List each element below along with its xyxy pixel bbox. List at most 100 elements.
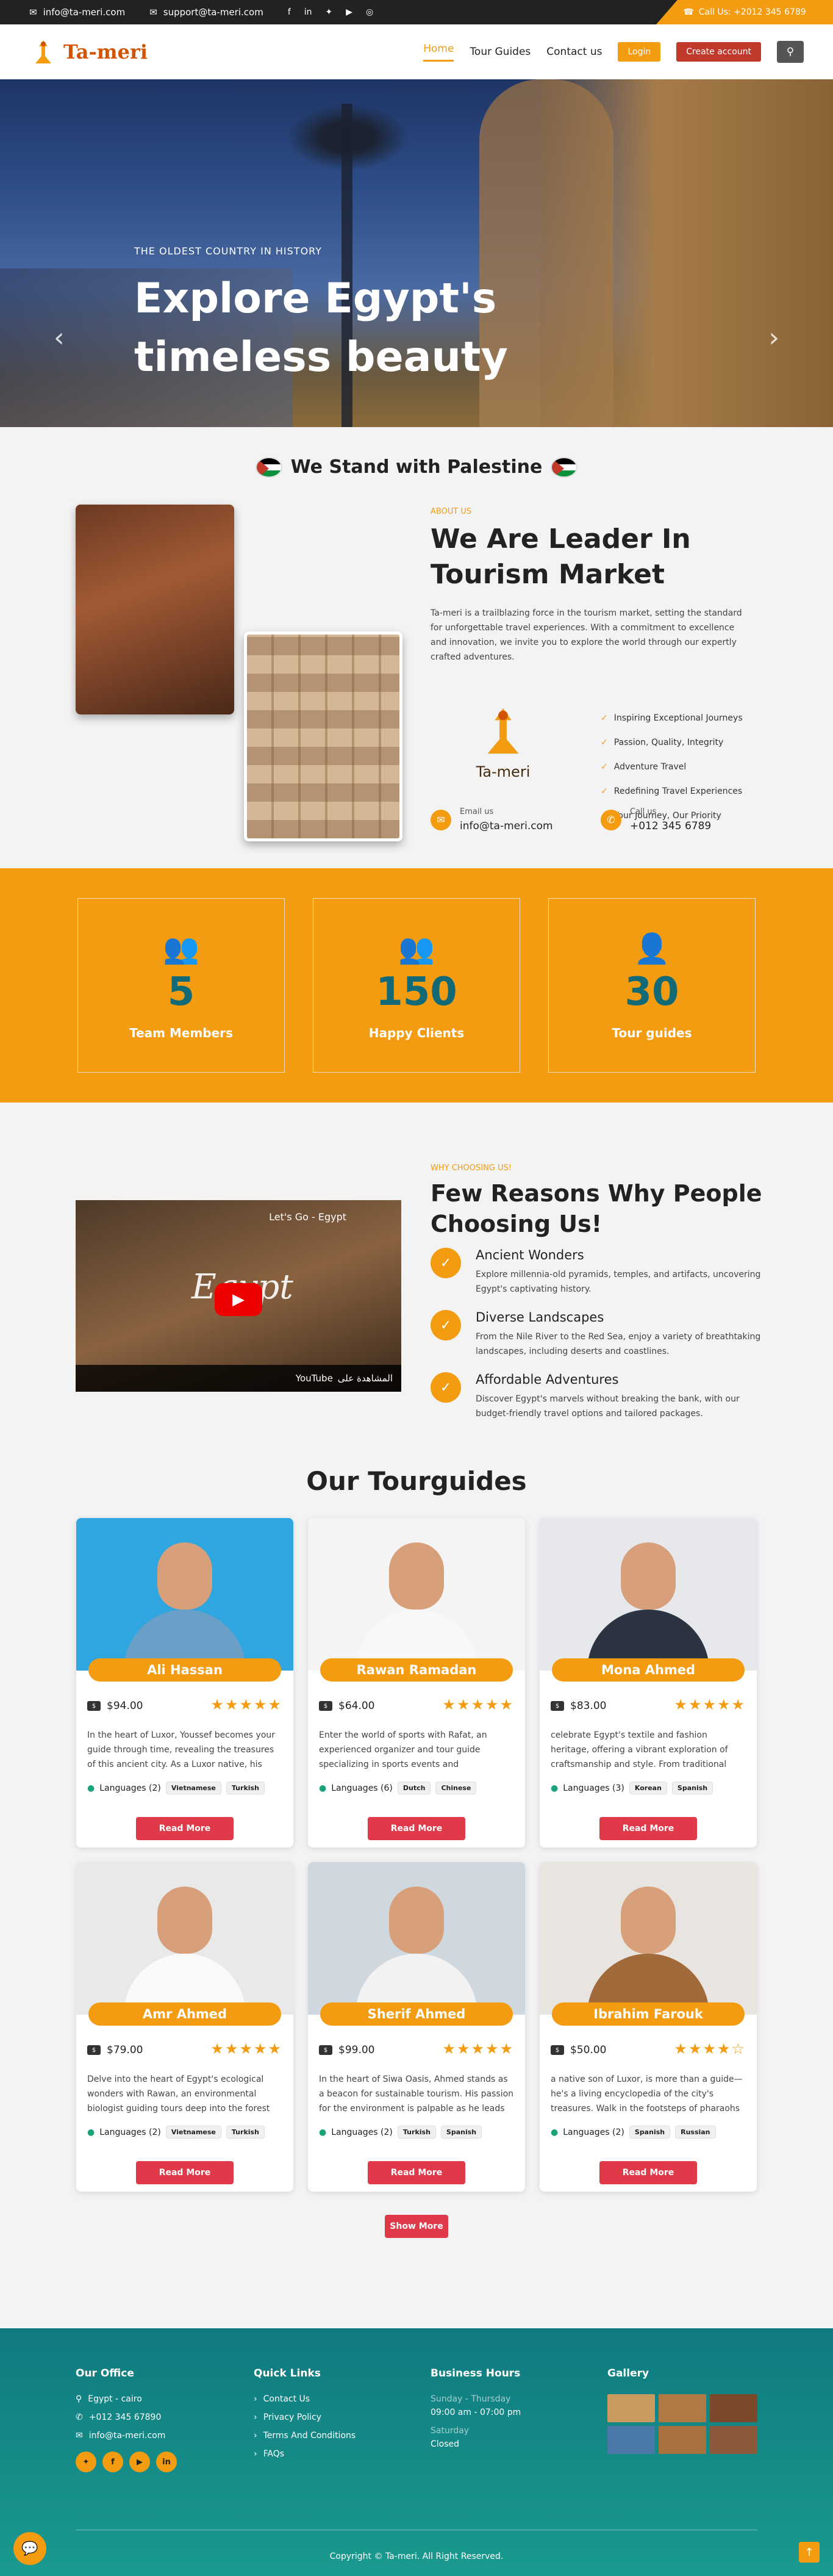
create-account-button[interactable]: Create account bbox=[676, 42, 761, 62]
globe-icon: ● bbox=[319, 2127, 327, 2137]
gallery-image[interactable] bbox=[607, 2426, 655, 2454]
linkedin-icon[interactable]: in bbox=[304, 7, 312, 17]
play-button[interactable]: ▶ bbox=[215, 1283, 262, 1316]
twitter-icon[interactable]: ✦ bbox=[76, 2452, 96, 2472]
nav-tour-guides[interactable]: Tour Guides bbox=[470, 46, 531, 58]
nav-home[interactable]: Home bbox=[423, 43, 454, 62]
top-bar: ✉ info@ta-meri.com ✉ support@ta-meri.com f… bbox=[0, 0, 833, 24]
gallery-image[interactable] bbox=[607, 2394, 655, 2422]
globe-icon: ● bbox=[551, 2127, 559, 2137]
email-link-info[interactable]: ✉ info@ta-meri.com bbox=[29, 7, 125, 18]
guide-head-image bbox=[157, 1887, 212, 1954]
tourguide-card: Amr Ahmed $ $79.00 ★★★★★ Delve into the h… bbox=[76, 1862, 293, 2192]
phone-icon: ✆ bbox=[601, 809, 621, 830]
money-icon: $ bbox=[87, 1701, 101, 1711]
copyright: Copyright © Ta-meri. All Right Reserved. bbox=[329, 2552, 504, 2561]
login-button[interactable]: Login bbox=[618, 42, 661, 62]
list-item: Passion, Quality, Integrity bbox=[601, 730, 743, 755]
palestine-flag-icon bbox=[255, 456, 282, 478]
location-icon: ⚲ bbox=[76, 2394, 82, 2404]
nav-contact[interactable]: Contact us bbox=[546, 46, 602, 58]
gallery-image[interactable] bbox=[710, 2394, 757, 2422]
guide-photo bbox=[76, 1862, 293, 2015]
back-to-top-button[interactable]: ↑ bbox=[799, 2542, 820, 2563]
envelope-icon: ✉ bbox=[29, 7, 37, 18]
main-navbar: Ta-meri Home Tour Guides Contact us Logi… bbox=[0, 24, 833, 79]
search-button[interactable]: ⚲ bbox=[777, 41, 804, 63]
guide-price: $ $83.00 bbox=[551, 1700, 606, 1712]
language-chip: Vietnamese bbox=[165, 2126, 221, 2139]
envelope-icon: ✉ bbox=[431, 809, 451, 830]
read-more-button[interactable]: Read More bbox=[136, 2161, 234, 2184]
read-more-button[interactable]: Read More bbox=[136, 1817, 234, 1840]
guide-photo bbox=[308, 1862, 525, 2015]
twitter-icon[interactable]: ✦ bbox=[326, 7, 333, 17]
tourguides-grid: Ali Hassan $ $94.00 ★★★★★ In the heart of… bbox=[0, 1518, 833, 2192]
gallery-image[interactable] bbox=[659, 2426, 706, 2454]
footer-link[interactable]: › Privacy Policy bbox=[254, 2412, 356, 2422]
guide-icon: 👤 bbox=[634, 931, 670, 966]
read-more-button[interactable]: Read More bbox=[368, 1817, 465, 1840]
carousel-prev-icon[interactable]: ‹ bbox=[54, 322, 65, 353]
chevron-right-icon: › bbox=[254, 2412, 257, 2422]
rating-stars: ★★★★★ bbox=[210, 2040, 282, 2057]
about-call[interactable]: ✆ Call us +012 345 6789 bbox=[601, 807, 711, 832]
language-chip: Spanish bbox=[629, 2126, 671, 2139]
instagram-icon[interactable]: ◎ bbox=[366, 7, 373, 17]
guide-languages: ● Languages (2) Vietnamese Turkish bbox=[87, 2126, 265, 2139]
clients-icon: 👥 bbox=[398, 931, 435, 966]
reason-title: Diverse Landscapes bbox=[476, 1310, 604, 1325]
youtube-bar[interactable]: YouTube المشاهدة على bbox=[76, 1365, 401, 1392]
gallery-grid bbox=[607, 2394, 757, 2454]
nav-menu: Home Tour Guides Contact us Login Create… bbox=[423, 41, 804, 63]
youtube-icon[interactable]: ▶ bbox=[346, 7, 352, 17]
about-text: Ta-meri is a trailblazing force in the t… bbox=[431, 608, 742, 662]
about-logo: Ta-meri bbox=[476, 703, 531, 780]
stats-section: 👥 5 Team Members 👥 150 Happy Clients 👤 3… bbox=[0, 868, 833, 1103]
language-chip: Turkish bbox=[226, 1782, 265, 1794]
gallery-image[interactable] bbox=[659, 2394, 706, 2422]
read-more-button[interactable]: Read More bbox=[599, 1817, 697, 1840]
guide-photo bbox=[308, 1518, 525, 1671]
arrow-up-icon: ↑ bbox=[804, 2545, 814, 2559]
show-more-button[interactable]: Show More bbox=[385, 2215, 448, 2238]
carousel-next-icon[interactable]: › bbox=[768, 322, 779, 353]
guide-head-image bbox=[389, 1887, 444, 1954]
read-more-button[interactable]: Read More bbox=[599, 2161, 697, 2184]
team-icon: 👥 bbox=[163, 931, 199, 966]
reason-affordable-adventures: ✓ Affordable Adventures Discover Egypt's … bbox=[431, 1372, 772, 1421]
hours-time: 09:00 am - 07:00 pm bbox=[431, 2408, 521, 2417]
about-email[interactable]: ✉ Email us info@ta-meri.com bbox=[431, 807, 553, 832]
footer-email[interactable]: ✉ info@ta-meri.com bbox=[76, 2431, 177, 2441]
facebook-icon[interactable]: f bbox=[288, 7, 291, 17]
about-title: We Are Leader In Tourism Market bbox=[431, 523, 691, 590]
youtube-video[interactable]: Let's Go - Egypt Egypt ▶ YouTubeالمشاهدة… bbox=[76, 1200, 401, 1392]
guide-head-image bbox=[621, 1542, 676, 1610]
email-link-support[interactable]: ✉ support@ta-meri.com bbox=[149, 7, 263, 18]
hours-days: Saturday bbox=[431, 2426, 470, 2436]
hours-days: Sunday - Thursday bbox=[431, 2394, 511, 2404]
stat-number: 30 bbox=[624, 969, 679, 1015]
guide-description: a native son of Luxor, is more than a gu… bbox=[551, 2074, 743, 2114]
stat-team: 👥 5 Team Members bbox=[77, 898, 285, 1073]
language-chip: Spanish bbox=[671, 1782, 713, 1794]
footer-heading: Our Office bbox=[76, 2367, 134, 2380]
check-icon: ✓ bbox=[431, 1310, 461, 1340]
youtube-icon[interactable]: ▶ bbox=[129, 2452, 150, 2472]
linkedin-icon[interactable]: in bbox=[156, 2452, 177, 2472]
footer-link[interactable]: › Terms And Conditions bbox=[254, 2431, 356, 2441]
chat-button[interactable]: 💬 bbox=[13, 2532, 46, 2565]
guide-description: celebrate Egypt's textile and fashion he… bbox=[551, 1730, 728, 1769]
language-chip: Russian bbox=[675, 2126, 716, 2139]
gallery-image[interactable] bbox=[710, 2426, 757, 2454]
footer-link[interactable]: › FAQs bbox=[254, 2449, 356, 2459]
read-more-button[interactable]: Read More bbox=[368, 2161, 465, 2184]
money-icon: $ bbox=[319, 2045, 332, 2055]
tourguide-card: Ali Hassan $ $94.00 ★★★★★ In the heart of… bbox=[76, 1518, 293, 1847]
envelope-icon: ✉ bbox=[149, 7, 157, 18]
call-us[interactable]: ☎ Call Us: +2012 345 6789 bbox=[656, 0, 833, 24]
facebook-icon[interactable]: f bbox=[102, 2452, 123, 2472]
reason-text: From the Nile River to the Red Sea, enjo… bbox=[476, 1332, 761, 1356]
brand-logo[interactable]: Ta-meri bbox=[29, 38, 148, 66]
footer-link[interactable]: › Contact Us bbox=[254, 2394, 356, 2404]
